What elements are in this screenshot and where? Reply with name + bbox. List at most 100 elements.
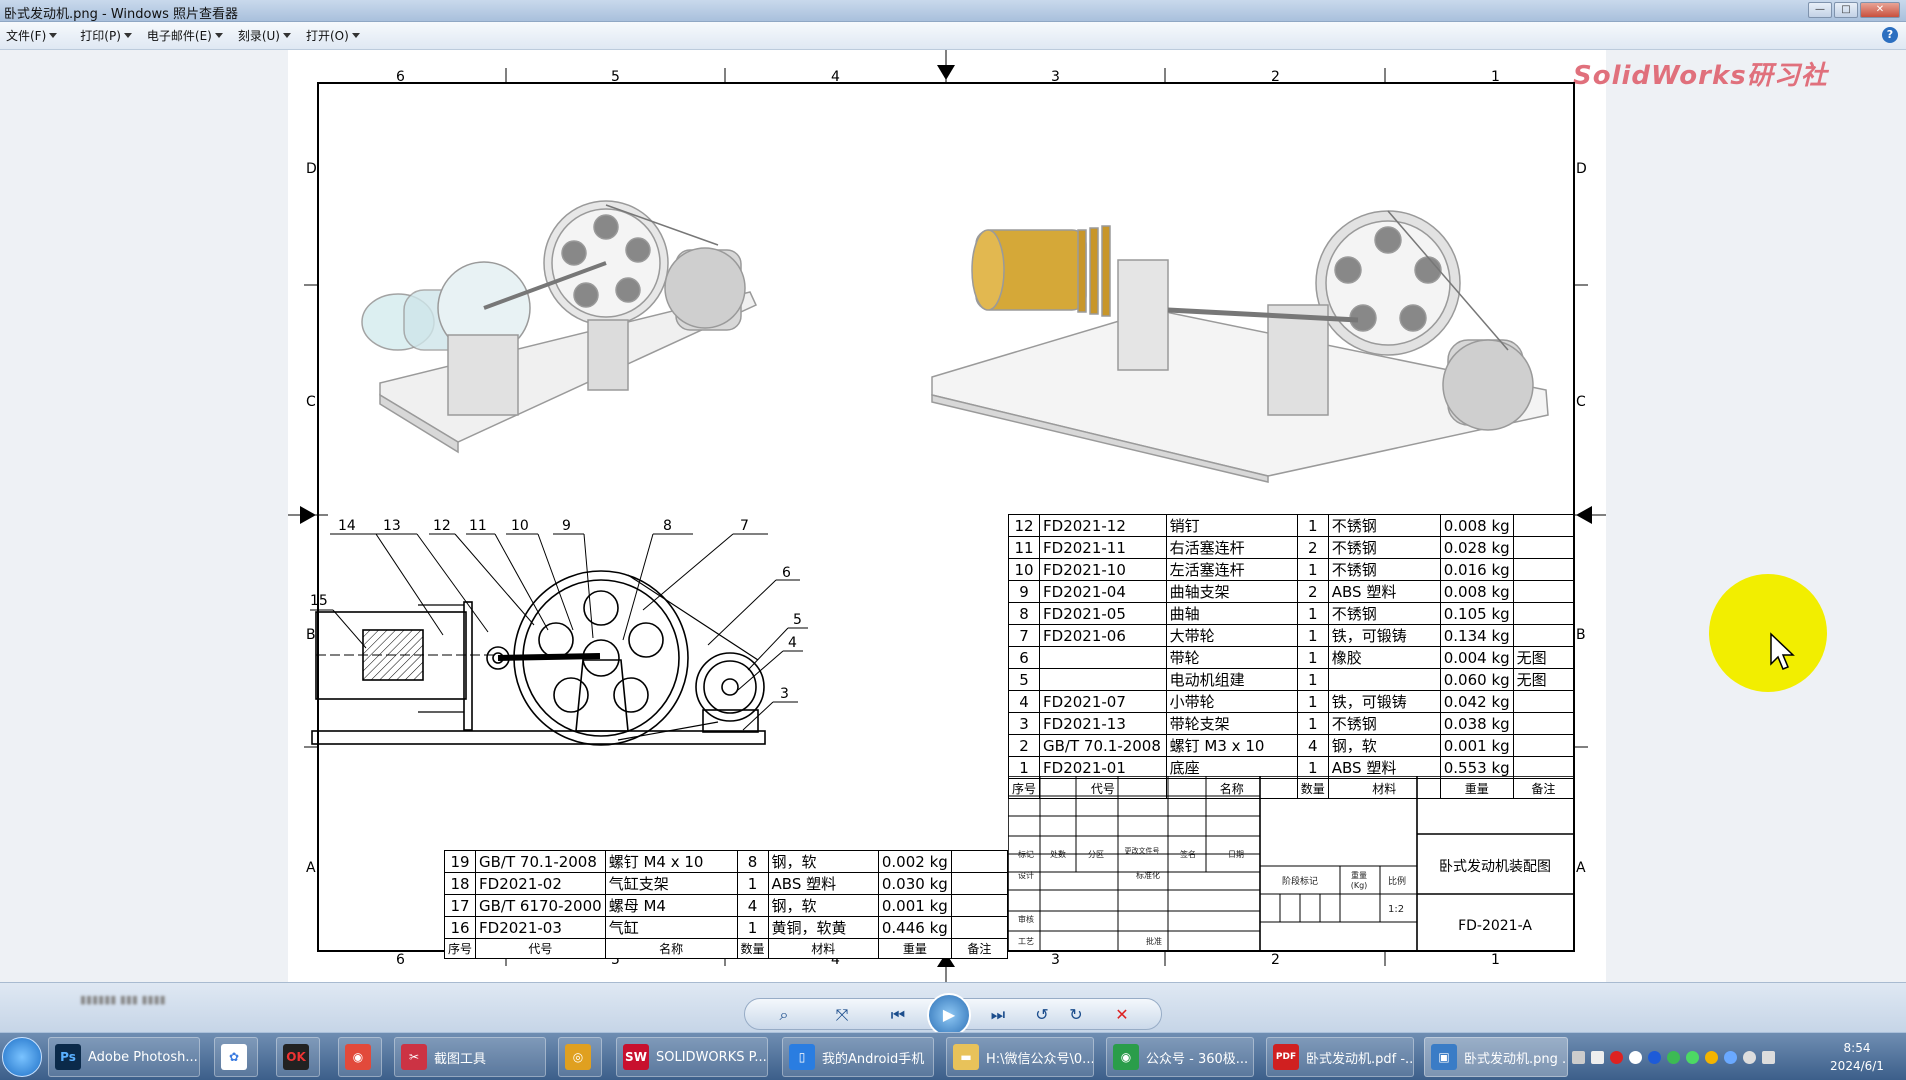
bom-main-cell: 无图 [1512, 646, 1575, 669]
tray-icon[interactable] [1610, 1050, 1623, 1064]
app-icon: ◉ [345, 1044, 371, 1070]
task-photoshop[interactable]: Ps Adobe Photosh... [48, 1037, 200, 1077]
tray-icon[interactable] [1724, 1050, 1737, 1064]
help-icon[interactable]: ? [1882, 27, 1898, 43]
row-label-left: A [306, 860, 316, 876]
task-android[interactable]: ▯ 我的Android手机 [782, 1037, 934, 1077]
maximize-button[interactable]: □ [1834, 2, 1858, 18]
bom-lower-cell: 19 [443, 850, 477, 873]
bom-main-cell: 橡胶 [1327, 646, 1441, 669]
task-browser[interactable]: ◉ 公众号 - 360极... [1106, 1037, 1254, 1077]
tray-icon[interactable] [1667, 1050, 1680, 1064]
bom-lower-header-cell: 名称 [604, 938, 738, 959]
clock-time: 8:54 [1843, 1041, 1871, 1055]
bom-lower-cell: 0.446 kg [877, 916, 952, 939]
col-label-bottom: 2 [1271, 952, 1280, 968]
bom-lower-header-cell: 序号 [443, 938, 477, 959]
col-label-top: 3 [1051, 69, 1060, 85]
task-app-6[interactable]: ◎ [558, 1037, 602, 1077]
next-icon[interactable]: ⏭ [985, 1003, 1011, 1027]
bom-main-cell: FD2021-11 [1039, 536, 1167, 559]
slideshow-button[interactable]: ▶ [927, 993, 971, 1037]
system-tray [1572, 1037, 1802, 1077]
task-pdf[interactable]: PDF 卧式发动机.pdf -... [1266, 1037, 1414, 1077]
zoom-icon[interactable]: ⌕ [771, 1003, 797, 1027]
bom-main-cell: 无图 [1512, 668, 1575, 691]
solidworks-icon: SW [623, 1044, 649, 1070]
rotate-left-icon[interactable]: ↺ [1029, 1003, 1055, 1027]
bom-lower-cell: 8 [736, 850, 769, 873]
balloon-11: 11 [469, 518, 487, 534]
mouse-cursor-icon [1770, 632, 1795, 670]
menu-print[interactable]: 打印(P) [74, 27, 135, 44]
task-snipping[interactable]: ✂ 截图工具 [394, 1037, 546, 1077]
delete-icon[interactable]: ✕ [1109, 1003, 1135, 1027]
task-label: SOLIDWORKS P... [656, 1049, 767, 1065]
bom-lower-row: 17 GB/T 6170-2000 螺母 M4 4 钢，软 0.001 kg [443, 894, 1009, 917]
tray-icon[interactable] [1648, 1050, 1661, 1064]
bom-main-cell: 曲轴支架 [1165, 580, 1298, 603]
row-label-left: D [306, 161, 317, 177]
bom-lower-cell: 0.002 kg [877, 850, 952, 873]
tray-icon[interactable] [1686, 1050, 1699, 1064]
bom-lower-row: 16 FD2021-03 气缸 1 黄铜，软黄 0.446 kg [443, 916, 1009, 939]
task-label: 截图工具 [434, 1051, 487, 1067]
bom-main-cell [1512, 624, 1575, 647]
minimize-button[interactable]: — [1808, 2, 1832, 18]
volume-icon[interactable] [1743, 1050, 1756, 1064]
scissors-icon: ✂ [401, 1044, 427, 1070]
rotate-right-icon[interactable]: ↻ [1063, 1003, 1089, 1027]
col-label-top: 1 [1491, 69, 1500, 85]
balloon-15: 15 [310, 593, 328, 609]
bom-main-cell: 3 [1007, 712, 1041, 735]
task-explorer[interactable]: ▬ H:\微信公众号\0... [946, 1037, 1094, 1077]
menu-email[interactable]: 电子邮件(E) [141, 27, 226, 44]
browser-icon: ◉ [1113, 1044, 1139, 1070]
menu-burn[interactable]: 刻录(U) [232, 27, 294, 44]
task-photo-viewer[interactable]: ▣ 卧式发动机.png ... [1424, 1037, 1568, 1077]
bom-main-cell: 0.016 kg [1439, 558, 1514, 581]
bom-lower-header-cell: 数量 [736, 938, 769, 959]
scale-label: 比例 [1388, 877, 1407, 887]
tb-label-design: 设计 [1018, 871, 1034, 880]
bom-main-row: 5 电动机组建 1 0.060 kg 无图 [1007, 668, 1575, 691]
row-label-right: A [1576, 860, 1586, 876]
bom-main-row: 4 FD2021-07 小带轮 1 铁，可锻铸 0.042 kg [1007, 690, 1575, 713]
network-icon[interactable] [1762, 1050, 1775, 1064]
bom-main-cell: 1 [1296, 646, 1329, 669]
tray-icon[interactable] [1705, 1050, 1718, 1064]
bom-main-cell: 0.008 kg [1439, 580, 1514, 603]
col-label-bottom: 6 [396, 952, 405, 968]
tray-icon[interactable] [1572, 1050, 1585, 1064]
task-app-3[interactable]: OK [276, 1037, 320, 1077]
previous-icon[interactable]: ⏮ [885, 1003, 911, 1027]
tray-icon[interactable] [1591, 1050, 1604, 1064]
bom-main-cell: 1 [1296, 712, 1329, 735]
bom-main-cell: FD2021-13 [1039, 712, 1167, 735]
clock[interactable]: 8:54 2024/6/1 [1812, 1037, 1902, 1077]
bom-main-cell [1512, 734, 1575, 757]
fit-window-icon[interactable]: ⤧ [829, 1003, 855, 1027]
bom-lower-cell [950, 850, 1009, 873]
row-label-left: B [306, 627, 316, 643]
balloon-4: 4 [788, 635, 797, 651]
tray-icon[interactable] [1629, 1050, 1642, 1064]
task-solidworks[interactable]: SW SOLIDWORKS P... [616, 1037, 768, 1077]
section-view [311, 570, 766, 746]
bom-table-main: 12 FD2021-12 销钉 1 不锈钢 0.008 kg 11 FD2021-11 右活塞连… [1007, 514, 1575, 799]
bom-main-cell: 0.008 kg [1439, 514, 1514, 537]
bom-main-row: 9 FD2021-04 曲轴支架 2 ABS 塑料 0.008 kg [1007, 580, 1575, 603]
clock-date: 2024/6/1 [1830, 1059, 1884, 1073]
task-app-4[interactable]: ◉ [338, 1037, 382, 1077]
bom-lower-header-cell: 备注 [950, 938, 1009, 959]
menu-open[interactable]: 打开(O) [300, 27, 363, 44]
close-button[interactable]: ✕ [1860, 2, 1900, 18]
bom-lower-cell: 0.030 kg [877, 872, 952, 895]
task-app-2[interactable]: ✿ [214, 1037, 258, 1077]
start-button[interactable] [2, 1037, 42, 1077]
bom-lower-cell: 钢，软 [767, 850, 879, 873]
bom-main-cell: FD2021-04 [1039, 580, 1167, 603]
task-label: 公众号 - 360极... [1146, 1051, 1249, 1067]
balloon-6: 6 [782, 565, 791, 581]
menu-file[interactable]: 文件(F) [0, 27, 60, 44]
